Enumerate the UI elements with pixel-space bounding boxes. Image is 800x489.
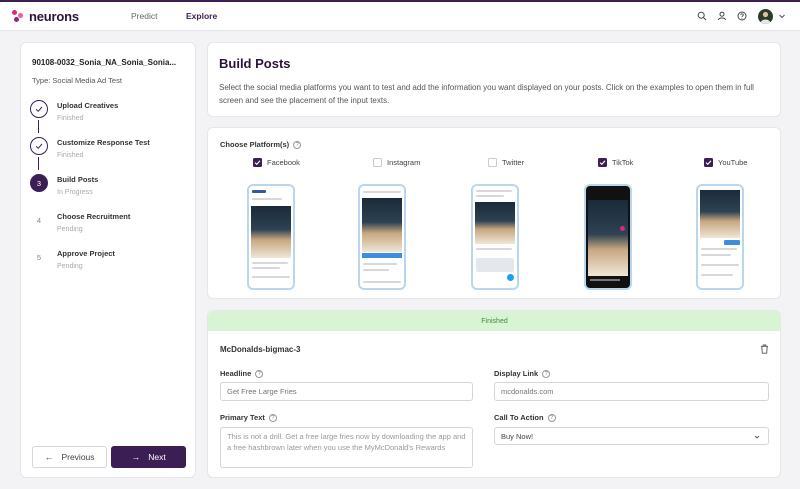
facebook-post-preview[interactable] xyxy=(247,184,295,290)
previous-label: Previous xyxy=(61,452,95,462)
platform-facebook[interactable]: Facebook xyxy=(253,158,300,167)
status-banner: Finished xyxy=(208,311,781,331)
primary-text-textarea[interactable]: This is not a drill. Get a free large fr… xyxy=(220,427,473,468)
step-customize-response-test[interactable]: Customize Response Test Finished xyxy=(30,137,190,167)
nav-explore[interactable]: Explore xyxy=(186,11,217,21)
chevron-down-icon[interactable] xyxy=(778,12,786,20)
platform-twitter[interactable]: Twitter xyxy=(488,158,524,167)
platform-tiktok[interactable]: TikTok xyxy=(598,158,633,167)
info-icon[interactable]: ? xyxy=(268,413,277,422)
call-to-action-value: Buy Now! xyxy=(501,432,534,441)
step-approve-project[interactable]: 5 Approve Project Pending xyxy=(30,248,190,278)
instagram-post-preview[interactable] xyxy=(358,184,406,290)
headline-label-text: Headline xyxy=(220,369,252,378)
call-to-action-label-text: Call To Action xyxy=(494,413,544,422)
step-number: 4 xyxy=(30,211,48,229)
step-upload-creatives[interactable]: Upload Creatives Finished xyxy=(30,100,190,130)
step-label: Choose Recruitment xyxy=(57,212,131,221)
checkmark-icon xyxy=(35,106,43,113)
logo-text: neurons xyxy=(29,9,79,24)
search-icon[interactable] xyxy=(697,11,707,21)
call-to-action-select[interactable]: Buy Now! xyxy=(494,427,769,445)
platform-label: Instagram xyxy=(387,158,421,167)
checkbox-checked-icon[interactable] xyxy=(598,158,607,167)
step-status: Finished xyxy=(57,115,84,122)
page-description: Select the social media platforms you wa… xyxy=(219,83,754,105)
project-sidebar: 90108-0032_Sonia_NA_Sonia_Sonia... Type:… xyxy=(20,42,196,478)
twitter-post-preview[interactable] xyxy=(471,184,519,290)
step-status: Pending xyxy=(57,263,83,270)
step-status: In Progress xyxy=(57,189,93,196)
chevron-down-icon xyxy=(754,435,760,439)
primary-text-label-text: Primary Text xyxy=(220,413,265,422)
trash-icon[interactable] xyxy=(760,344,769,354)
checkbox-unchecked-icon[interactable] xyxy=(373,158,382,167)
neurons-logo[interactable]: neurons xyxy=(12,9,79,24)
step-build-posts[interactable]: 3 Build Posts In Progress xyxy=(30,174,190,204)
headline-input[interactable] xyxy=(220,382,473,401)
step-label: Approve Project xyxy=(57,249,115,258)
step-label: Customize Response Test xyxy=(57,138,150,147)
ad-details-card: Finished McDonalds-bigmac-3 Headline ? D… xyxy=(207,310,781,478)
platform-selector-card: Choose Platform(s) ? Facebook Instagram … xyxy=(207,127,781,299)
platform-youtube[interactable]: YouTube xyxy=(704,158,747,167)
checkbox-checked-icon[interactable] xyxy=(704,158,713,167)
step-number: 5 xyxy=(30,248,48,266)
youtube-post-preview[interactable] xyxy=(696,184,744,290)
user-icon[interactable] xyxy=(717,11,727,21)
step-choose-recruitment[interactable]: 4 Choose Recruitment Pending xyxy=(30,211,190,241)
platform-label: Twitter xyxy=(502,158,525,167)
call-to-action-label: Call To Action ? xyxy=(494,413,556,422)
display-link-input[interactable] xyxy=(494,382,769,401)
info-icon[interactable]: ? xyxy=(293,140,302,149)
platform-label: Facebook xyxy=(267,158,300,167)
step-done-indicator xyxy=(30,100,48,118)
primary-text-label: Primary Text ? xyxy=(220,413,277,422)
choose-platforms-label: Choose Platform(s) ? xyxy=(220,140,302,149)
step-status: Finished xyxy=(57,152,84,159)
info-icon[interactable]: ? xyxy=(255,369,264,378)
previous-button[interactable]: ← Previous xyxy=(32,446,107,468)
tiktok-post-preview[interactable] xyxy=(584,184,632,290)
info-icon[interactable]: ? xyxy=(547,413,556,422)
display-link-label-text: Display Link xyxy=(494,369,539,378)
step-connector xyxy=(38,157,39,170)
info-icon[interactable]: ? xyxy=(542,369,551,378)
project-type: Type: Social Media Ad Test xyxy=(32,76,122,85)
build-posts-header: Build Posts Select the social media plat… xyxy=(207,42,781,117)
headline-label: Headline ? xyxy=(220,369,264,378)
step-number: 3 xyxy=(30,174,48,192)
project-title: 90108-0032_Sonia_NA_Sonia_Sonia... xyxy=(32,58,177,67)
checkbox-checked-icon[interactable] xyxy=(253,158,262,167)
step-label: Build Posts xyxy=(57,175,99,184)
page-title: Build Posts xyxy=(219,56,291,71)
platform-instagram[interactable]: Instagram xyxy=(373,158,420,167)
arrow-right-icon: → xyxy=(131,452,141,462)
nav-predict[interactable]: Predict xyxy=(131,11,157,21)
platform-label: YouTube xyxy=(718,158,748,167)
ad-name: McDonalds-bigmac-3 xyxy=(220,345,301,354)
step-connector xyxy=(38,120,39,133)
arrow-left-icon: ← xyxy=(44,452,54,462)
step-label: Upload Creatives xyxy=(57,101,119,110)
logo-mark-icon xyxy=(12,9,26,24)
step-status: Pending xyxy=(57,226,83,233)
user-avatar[interactable] xyxy=(758,9,773,24)
choose-platforms-text: Choose Platform(s) xyxy=(220,140,290,149)
platform-label: TikTok xyxy=(612,158,634,167)
next-label: Next xyxy=(148,452,166,462)
display-link-label: Display Link ? xyxy=(494,369,551,378)
next-button[interactable]: → Next xyxy=(111,446,186,468)
checkmark-icon xyxy=(35,143,43,150)
step-done-indicator xyxy=(30,137,48,155)
help-icon[interactable] xyxy=(737,11,747,21)
top-bar: neurons Predict Explore xyxy=(0,0,800,31)
checkbox-unchecked-icon[interactable] xyxy=(488,158,497,167)
